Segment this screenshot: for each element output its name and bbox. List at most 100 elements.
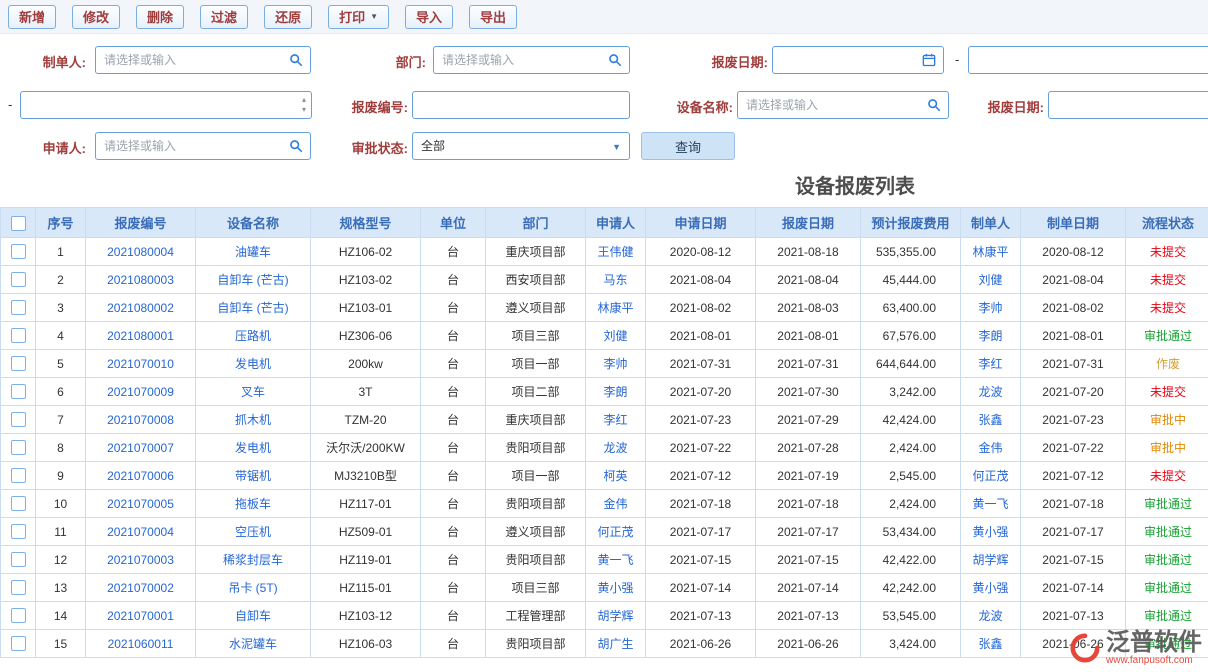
maker-link[interactable]: 黄小强: [961, 518, 1021, 546]
applicant-link[interactable]: 胡学辉: [586, 602, 646, 630]
scrap-no-input[interactable]: [412, 91, 630, 119]
device-name-link[interactable]: 自卸车 (芒古): [196, 294, 311, 322]
applicant-link[interactable]: 金伟: [586, 490, 646, 518]
scrap-code-link[interactable]: 2021070009: [86, 378, 196, 406]
device-name-link[interactable]: 自卸车 (芒古): [196, 266, 311, 294]
row-checkbox[interactable]: [11, 524, 26, 539]
device-name-link[interactable]: 带锯机: [196, 462, 311, 490]
applicant-link[interactable]: 刘健: [586, 322, 646, 350]
device-name-link[interactable]: 自卸车: [196, 602, 311, 630]
scrap-code-link[interactable]: 2021080002: [86, 294, 196, 322]
applicant-input-field[interactable]: [96, 133, 280, 159]
import-button[interactable]: 导入: [405, 5, 453, 29]
column-header[interactable]: 预计报废费用: [861, 208, 961, 238]
maker-link[interactable]: 李朗: [961, 322, 1021, 350]
applicant-link[interactable]: 李帅: [586, 350, 646, 378]
scrap-date2-input[interactable]: [1048, 91, 1208, 119]
row-checkbox[interactable]: [11, 272, 26, 287]
maker-link[interactable]: 黄一飞: [961, 490, 1021, 518]
scrap-code-link[interactable]: 2021080003: [86, 266, 196, 294]
row-checkbox[interactable]: [11, 608, 26, 623]
scrap-code-link[interactable]: 2021070002: [86, 574, 196, 602]
maker-input[interactable]: [95, 46, 311, 74]
device-name-link[interactable]: 油罐车: [196, 238, 311, 266]
maker-link[interactable]: 刘健: [961, 266, 1021, 294]
maker-link[interactable]: 林康平: [961, 238, 1021, 266]
scrap-date-start-field[interactable]: [773, 47, 913, 73]
maker-link[interactable]: 何正茂: [961, 462, 1021, 490]
scrap-code-link[interactable]: 2021070004: [86, 518, 196, 546]
scrap-code-link[interactable]: 2021070010: [86, 350, 196, 378]
scrap-code-link[interactable]: 2021070005: [86, 490, 196, 518]
scrap-code-link[interactable]: 2021070006: [86, 462, 196, 490]
column-header[interactable]: 部门: [486, 208, 586, 238]
row-checkbox[interactable]: [11, 580, 26, 595]
column-header[interactable]: 报废编号: [86, 208, 196, 238]
scrap-code-link[interactable]: 2021070007: [86, 434, 196, 462]
date-spinner-field[interactable]: [21, 92, 281, 118]
scrap-code-link[interactable]: 2021080001: [86, 322, 196, 350]
spinner-arrows-icon[interactable]: ▴▾: [302, 95, 306, 115]
column-header[interactable]: 制单人: [961, 208, 1021, 238]
applicant-link[interactable]: 王伟健: [586, 238, 646, 266]
row-checkbox[interactable]: [11, 384, 26, 399]
applicant-link[interactable]: 柯英: [586, 462, 646, 490]
device-name-link[interactable]: 吊卡 (5T): [196, 574, 311, 602]
row-checkbox[interactable]: [11, 552, 26, 567]
column-header[interactable]: 设备名称: [196, 208, 311, 238]
scrap-code-link[interactable]: 2021070008: [86, 406, 196, 434]
row-checkbox[interactable]: [11, 496, 26, 511]
applicant-link[interactable]: 马东: [586, 266, 646, 294]
date-spinner-input[interactable]: ▴▾: [20, 91, 312, 119]
maker-link[interactable]: 龙波: [961, 602, 1021, 630]
column-header[interactable]: 规格型号: [311, 208, 421, 238]
column-header[interactable]: 申请人: [586, 208, 646, 238]
applicant-link[interactable]: 黄一飞: [586, 546, 646, 574]
scrap-date-end-input[interactable]: [968, 46, 1208, 74]
delete-button[interactable]: 删除: [136, 5, 184, 29]
row-checkbox[interactable]: [11, 356, 26, 371]
scrap-code-link[interactable]: 2021080004: [86, 238, 196, 266]
calendar-icon[interactable]: [922, 53, 936, 67]
scrap-code-link[interactable]: 2021060011: [86, 630, 196, 658]
row-checkbox[interactable]: [11, 300, 26, 315]
applicant-link[interactable]: 龙波: [586, 434, 646, 462]
maker-link[interactable]: 李红: [961, 350, 1021, 378]
scrap-date-end-field[interactable]: [969, 47, 1207, 73]
row-checkbox[interactable]: [11, 440, 26, 455]
edit-button[interactable]: 修改: [72, 5, 120, 29]
column-header[interactable]: 申请日期: [646, 208, 756, 238]
scrap-code-link[interactable]: 2021070003: [86, 546, 196, 574]
search-icon[interactable]: [289, 53, 303, 67]
export-button[interactable]: 导出: [469, 5, 517, 29]
applicant-link[interactable]: 黄小强: [586, 574, 646, 602]
select-all-checkbox[interactable]: [11, 216, 26, 231]
device-name-link[interactable]: 发电机: [196, 350, 311, 378]
scrap-date2-field[interactable]: [1049, 92, 1207, 118]
filter-button[interactable]: 过滤: [200, 5, 248, 29]
row-checkbox[interactable]: [11, 328, 26, 343]
maker-link[interactable]: 张鑫: [961, 630, 1021, 658]
search-icon[interactable]: [289, 139, 303, 153]
device-name-link[interactable]: 稀浆封层车: [196, 546, 311, 574]
device-name-link[interactable]: 发电机: [196, 434, 311, 462]
row-checkbox[interactable]: [11, 636, 26, 651]
device-name-link[interactable]: 水泥罐车: [196, 630, 311, 658]
print-button[interactable]: 打印▼: [328, 5, 389, 29]
device-name-link[interactable]: 叉车: [196, 378, 311, 406]
maker-link[interactable]: 黄小强: [961, 574, 1021, 602]
device-name-input[interactable]: [737, 91, 949, 119]
maker-link[interactable]: 金伟: [961, 434, 1021, 462]
applicant-link[interactable]: 林康平: [586, 294, 646, 322]
maker-input-field[interactable]: [96, 47, 280, 73]
dept-input-field[interactable]: [434, 47, 599, 73]
row-checkbox[interactable]: [11, 468, 26, 483]
column-header[interactable]: 序号: [36, 208, 86, 238]
approval-status-select[interactable]: 全部 ▼: [412, 132, 630, 160]
dept-input[interactable]: [433, 46, 630, 74]
restore-button[interactable]: 还原: [264, 5, 312, 29]
row-checkbox[interactable]: [11, 244, 26, 259]
query-button[interactable]: 查询: [641, 132, 735, 160]
maker-link[interactable]: 张鑫: [961, 406, 1021, 434]
maker-link[interactable]: 胡学辉: [961, 546, 1021, 574]
